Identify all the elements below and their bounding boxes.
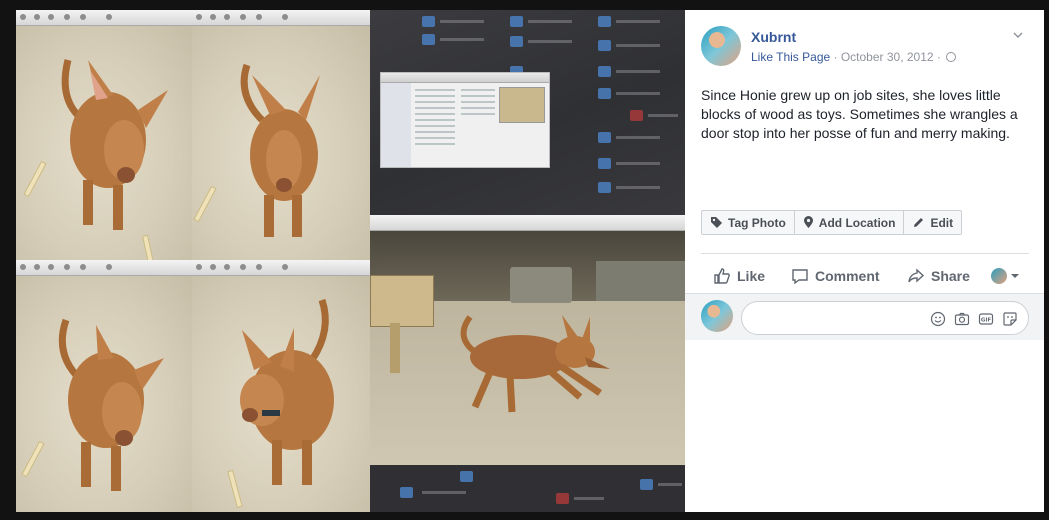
author-name[interactable]: Xubrnt — [751, 29, 796, 45]
post-date[interactable]: October 30, 2012 — [841, 50, 934, 64]
share-label: Share — [931, 268, 970, 284]
finder-window — [380, 72, 550, 168]
divider — [701, 253, 1029, 254]
chevron-down-icon[interactable] — [1013, 30, 1023, 40]
add-location-label: Add Location — [818, 215, 896, 230]
page-avatar-small — [991, 268, 1007, 284]
chevron-down-icon — [1011, 274, 1019, 278]
thumbs-up-icon — [714, 268, 730, 284]
comment-button[interactable]: Comment — [791, 261, 880, 291]
pencil-icon — [914, 218, 924, 227]
like-button[interactable]: Like — [713, 261, 765, 291]
photo-viewer: Xubrnt Like This Page · October 30, 2012… — [0, 0, 1049, 520]
like-page-link[interactable]: Like This Page — [751, 50, 830, 64]
camera-icon[interactable] — [954, 311, 970, 327]
add-location-button[interactable]: Add Location — [795, 211, 905, 234]
comment-composer: GIF — [685, 294, 1044, 340]
smiley-icon[interactable] — [930, 311, 946, 327]
post-meta: Like This Page · October 30, 2012 · — [751, 50, 957, 64]
commenter-avatar — [701, 300, 733, 332]
svg-text:GIF: GIF — [981, 318, 992, 324]
meta-separator: · — [830, 50, 841, 64]
dog-photo-bottom-left — [16, 260, 192, 512]
meta-separator-2: · — [933, 50, 945, 64]
desktop-screenshot-bottom — [370, 465, 685, 512]
photo-actions: Tag Photo Add Location Edit — [701, 210, 963, 235]
dog-photo-top-right — [192, 10, 370, 260]
speech-bubble-icon — [792, 269, 808, 285]
dog-photo-workshop — [370, 215, 685, 465]
share-arrow-icon — [908, 268, 925, 283]
dog-photo-bottom-right — [192, 260, 370, 512]
dog-photo-top-left — [16, 10, 192, 260]
tag-photo-label: Tag Photo — [728, 215, 786, 230]
post-as-selector[interactable] — [991, 261, 1020, 291]
edit-label: Edit — [930, 215, 954, 230]
post-details-panel: Xubrnt Like This Page · October 30, 2012… — [685, 10, 1044, 512]
gif-icon[interactable]: GIF — [978, 311, 994, 327]
post-photo[interactable] — [16, 10, 685, 512]
comment-input[interactable]: GIF — [741, 301, 1029, 335]
sticker-icon[interactable] — [1002, 311, 1018, 327]
tag-icon — [711, 217, 722, 228]
map-pin-icon — [803, 216, 813, 228]
edit-button[interactable]: Edit — [904, 211, 961, 234]
author-avatar[interactable] — [701, 26, 741, 66]
reaction-bar: Like Comment Share — [701, 261, 1029, 291]
desktop-screenshot — [370, 10, 685, 215]
like-label: Like — [737, 268, 766, 284]
post-caption: Since Honie grew up on job sites, she lo… — [701, 87, 1018, 141]
globe-icon[interactable] — [946, 52, 957, 62]
comment-label: Comment — [815, 268, 880, 284]
tag-photo-button[interactable]: Tag Photo — [702, 211, 795, 234]
share-button[interactable]: Share — [907, 261, 970, 291]
